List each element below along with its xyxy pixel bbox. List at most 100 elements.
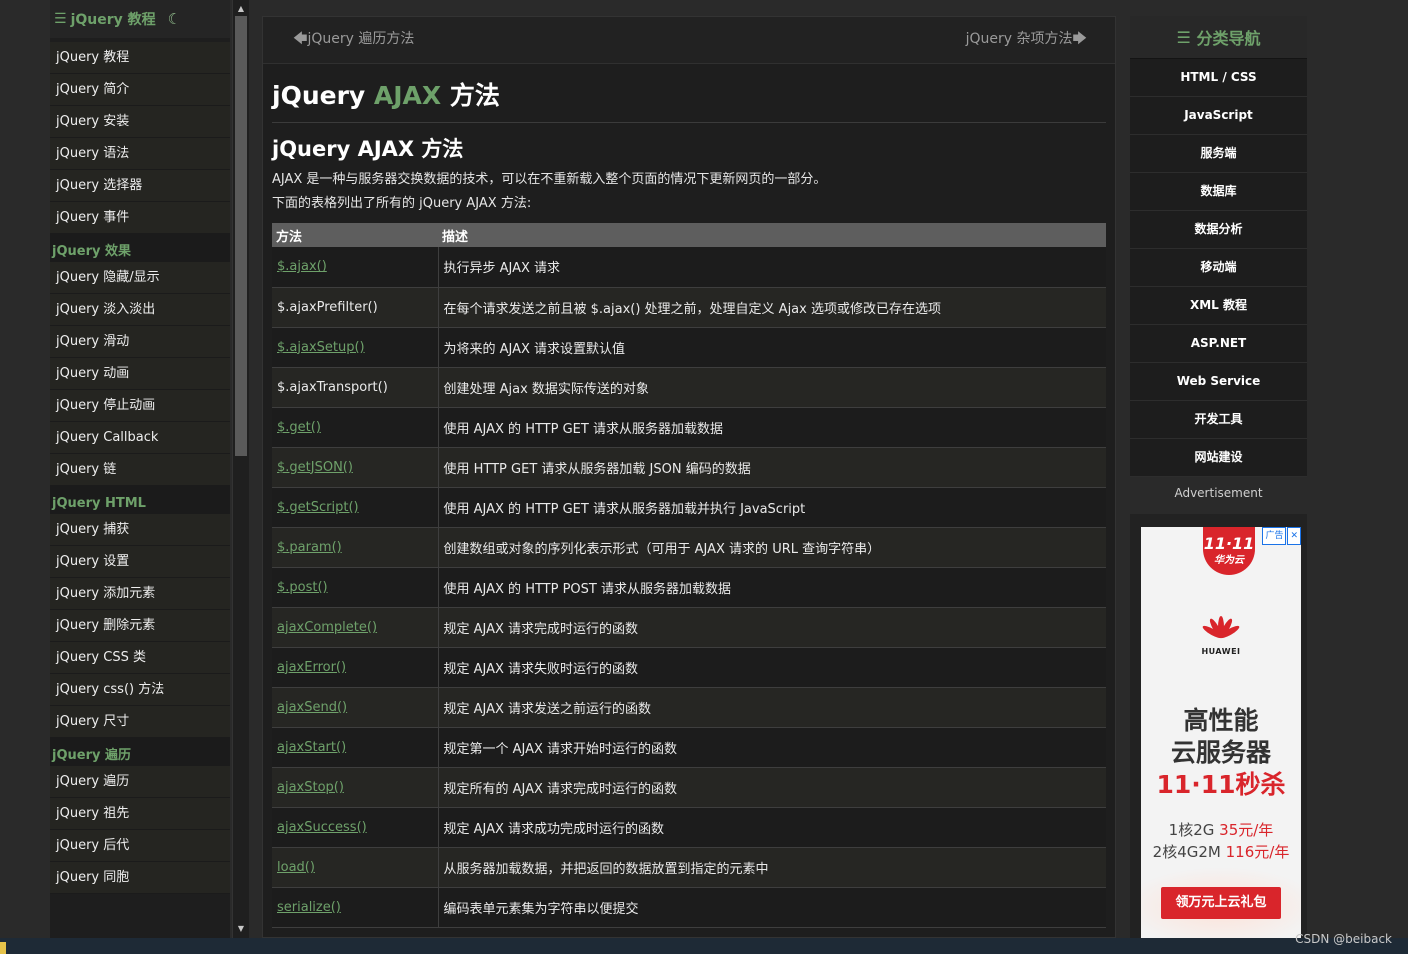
sidebar-item[interactable]: jQuery 隐藏/显示 <box>50 262 230 294</box>
category-nav-item[interactable]: 网站建设 <box>1130 439 1307 477</box>
sidebar-item[interactable]: jQuery 选择器 <box>50 170 230 202</box>
sidebar-item[interactable]: jQuery 安装 <box>50 106 230 138</box>
description-cell: 在每个请求发送之前且被 $.ajax() 处理之前，处理自定义 Ajax 选项或… <box>438 287 1106 328</box>
category-nav-item[interactable]: ASP.NET <box>1130 325 1307 363</box>
table-row: $.getScript() 使用 AJAX 的 HTTP GET 请求从服务器加载… <box>272 487 1106 528</box>
method-link[interactable]: serialize() <box>277 900 341 915</box>
method-cell: $.param() <box>272 527 439 568</box>
page-title-suffix: 方法 <box>441 81 500 110</box>
sidebar-item[interactable]: jQuery 祖先 <box>50 798 230 830</box>
method-link[interactable]: $.getScript() <box>277 500 359 515</box>
sidebar-item[interactable]: jQuery 事件 <box>50 202 230 234</box>
scroll-up-arrow-icon[interactable]: ▲ <box>233 2 249 16</box>
table-body: $.ajax() 执行异步 AJAX 请求 $.ajaxPrefilter() 在每个… <box>272 247 1106 928</box>
table-row: $.ajaxPrefilter() 在每个请求发送之前且被 $.ajax() 处理… <box>272 287 1106 328</box>
category-nav-item[interactable]: 移动端 <box>1130 249 1307 287</box>
method-link[interactable]: $.ajaxSetup() <box>277 340 365 355</box>
category-nav-item[interactable]: Web Service <box>1130 363 1307 401</box>
ad-brand: HUAWEI <box>1201 647 1241 656</box>
category-nav-item[interactable]: 开发工具 <box>1130 401 1307 439</box>
table-row: ajaxError() 规定 AJAX 请求失败时运行的函数 <box>272 647 1106 688</box>
ad-cta-button[interactable]: 领万元上云礼包 <box>1161 887 1281 919</box>
sidebar-item[interactable]: jQuery 教程 <box>50 42 230 74</box>
sidebar-item[interactable]: jQuery 捕获 <box>50 514 230 546</box>
sidebar-header-title: jQuery 教程 <box>70 12 156 28</box>
sidebar-item[interactable]: jQuery 尺寸 <box>50 706 230 738</box>
sidebar-item[interactable]: jQuery 动画 <box>50 358 230 390</box>
category-nav-title: ☰ 分类导航 <box>1130 16 1307 59</box>
sidebar-item[interactable]: jQuery CSS 类 <box>50 642 230 674</box>
sidebar-item[interactable]: jQuery Callback <box>50 422 230 454</box>
table-row: $.ajaxSetup() 为将来的 AJAX 请求设置默认值 <box>272 327 1106 368</box>
method-link[interactable]: $.param() <box>277 540 342 555</box>
sidebar-item[interactable]: jQuery 滑动 <box>50 326 230 358</box>
description-cell: 规定 AJAX 请求成功完成时运行的函数 <box>438 807 1106 848</box>
table-row: $.ajax() 执行异步 AJAX 请求 <box>272 247 1106 288</box>
method-link[interactable]: ajaxSend() <box>277 700 347 715</box>
ad-tag[interactable]: 广告 <box>1262 527 1287 545</box>
category-nav-item[interactable]: 服务端 <box>1130 135 1307 173</box>
sidebar-item[interactable]: jQuery 语法 <box>50 138 230 170</box>
description-cell: 规定所有的 AJAX 请求完成时运行的函数 <box>438 767 1106 808</box>
table-row: ajaxSuccess() 规定 AJAX 请求成功完成时运行的函数 <box>272 807 1106 848</box>
scroll-down-arrow-icon[interactable]: ▼ <box>233 922 249 936</box>
table-row: load() 从服务器加载数据，并把返回的数据放置到指定的元素中 <box>272 847 1106 888</box>
prev-page-link[interactable]: 🡄jQuery 遍历方法 <box>293 28 414 52</box>
method-link[interactable]: ajaxSuccess() <box>277 820 367 835</box>
section-title: jQuery AJAX 方法 <box>272 137 464 161</box>
sidebar-group-title: jQuery HTML <box>50 486 230 514</box>
sidebar-header[interactable]: ☰ jQuery 教程 ☾ <box>50 0 230 38</box>
table-row: ajaxSend() 规定 AJAX 请求发送之前运行的函数 <box>272 687 1106 728</box>
method-link[interactable]: ajaxStart() <box>277 740 346 755</box>
category-nav-items: HTML / CSS JavaScript 服务端 数据库 数据分析 移动端 XML 教程 A… <box>1130 59 1307 477</box>
sidebar-item[interactable]: jQuery 链 <box>50 454 230 486</box>
table-row: ajaxStop() 规定所有的 AJAX 请求完成时运行的函数 <box>272 767 1106 808</box>
method-link[interactable]: $.get() <box>277 420 321 435</box>
arrow-right-icon: 🡆 <box>1072 31 1087 47</box>
sidebar-item[interactable]: jQuery 停止动画 <box>50 390 230 422</box>
category-nav-item[interactable]: XML 教程 <box>1130 287 1307 325</box>
method-link[interactable]: $.ajax() <box>277 259 327 274</box>
sidebar-item[interactable]: jQuery 设置 <box>50 546 230 578</box>
bottom-bar-tab <box>0 942 6 954</box>
method-link[interactable]: $.getJSON() <box>277 460 353 475</box>
method-cell: $.getJSON() <box>272 447 439 488</box>
sidebar-item[interactable]: jQuery 简介 <box>50 74 230 106</box>
scrollbar-thumb[interactable] <box>235 16 247 456</box>
huawei-logo-icon <box>1201 615 1241 649</box>
moon-icon[interactable]: ☾ <box>168 10 181 28</box>
category-nav-item[interactable]: 数据分析 <box>1130 211 1307 249</box>
category-nav-item[interactable]: HTML / CSS <box>1130 59 1307 97</box>
prev-page-label: jQuery 遍历方法 <box>307 31 415 47</box>
sidebar-scrollbar[interactable]: ▲ ▼ <box>232 0 249 938</box>
description-cell: 创建数组或对象的序列化表示形式（可用于 AJAX 请求的 URL 查询字符串） <box>438 527 1106 568</box>
table-header-method: 方法 <box>272 223 438 247</box>
category-nav-item[interactable]: 数据库 <box>1130 173 1307 211</box>
method-cell: ajaxStop() <box>272 767 439 808</box>
page-title-highlight: AJAX <box>373 81 442 110</box>
method-link[interactable]: ajaxStop() <box>277 780 344 795</box>
method-link[interactable]: ajaxComplete() <box>277 620 377 635</box>
next-page-link[interactable]: jQuery 杂项方法🡆 <box>966 28 1087 52</box>
sidebar-item[interactable]: jQuery css() 方法 <box>50 674 230 706</box>
table-row: $.ajaxTransport() 创建处理 Ajax 数据实际传送的对象 <box>272 367 1106 408</box>
method-link[interactable]: load() <box>277 860 315 875</box>
sidebar-item[interactable]: jQuery 淡入淡出 <box>50 294 230 326</box>
method-link[interactable]: ajaxError() <box>277 660 346 675</box>
category-nav-item[interactable]: JavaScript <box>1130 97 1307 135</box>
table-header-description: 描述 <box>438 223 1106 247</box>
method-cell: ajaxSend() <box>272 687 439 728</box>
bottom-bar <box>0 938 1408 954</box>
sidebar-item[interactable]: jQuery 后代 <box>50 830 230 862</box>
sidebar-item[interactable]: jQuery 删除元素 <box>50 610 230 642</box>
sidebar-item[interactable]: jQuery 添加元素 <box>50 578 230 610</box>
ad-banner[interactable]: 11·11 华为云 广告 ✕ HUAWEI 高性能 云服务器 11·11秒杀 1… <box>1141 527 1301 938</box>
description-cell: 执行异步 AJAX 请求 <box>438 247 1106 288</box>
ad-price-2: 2核4G2M 116元/年 <box>1141 841 1301 862</box>
sidebar-item[interactable]: jQuery 遍历 <box>50 766 230 798</box>
advertisement-label: Advertisement <box>1130 480 1307 514</box>
table-row: $.param() 创建数组或对象的序列化表示形式（可用于 AJAX 请求的 UR… <box>272 527 1106 568</box>
sidebar-item[interactable]: jQuery 同胞 <box>50 862 230 894</box>
method-link[interactable]: $.post() <box>277 580 328 595</box>
close-icon[interactable]: ✕ <box>1287 527 1301 545</box>
